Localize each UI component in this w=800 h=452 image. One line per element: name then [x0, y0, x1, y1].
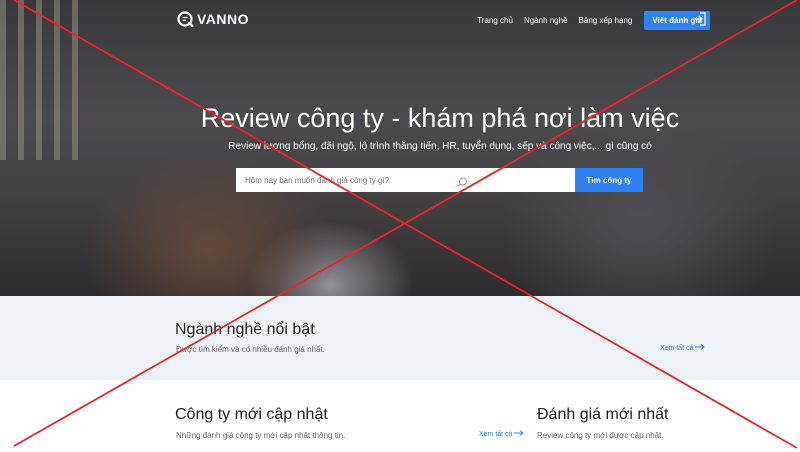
- industries-desc: Được tìm kiếm và có nhiều đánh giá nhất.: [176, 345, 325, 354]
- hero-title: Review công ty - khám phá nơi làm việc: [200, 103, 680, 133]
- login-icon[interactable]: [693, 12, 706, 31]
- search-icon: [457, 175, 468, 193]
- reviews-desc: Review công ty mới được cập nhật.: [537, 431, 664, 440]
- nav-link-industries[interactable]: Ngành nghề: [524, 16, 568, 25]
- industries-see-all-label: Xem tất cả: [660, 345, 694, 352]
- nav-link-home[interactable]: Trang chủ: [477, 16, 513, 25]
- brand-logo[interactable]: VANNO: [176, 10, 249, 28]
- latest-section: Công ty mới cập nhật Những đánh giá công…: [0, 380, 800, 452]
- top-navbar: VANNO Trang chủ Ngành nghề Bảng xếp hạng…: [0, 8, 800, 32]
- brand-name: VANNO: [197, 11, 250, 27]
- industries-see-all-link[interactable]: Xem tất cả: [660, 344, 706, 352]
- companies-see-all-link[interactable]: Xem tất cả: [479, 430, 525, 438]
- companies-heading: Công ty mới cập nhật: [175, 406, 328, 423]
- search-button[interactable]: Tìm công ty: [575, 168, 643, 192]
- arrow-right-icon: [514, 430, 525, 438]
- search-input-wrapper: [236, 168, 575, 192]
- hero-subtitle: Review lương bổng, đãi ngộ, lộ trình thă…: [228, 141, 652, 152]
- company-search: Tìm công ty: [236, 168, 643, 192]
- reviews-heading: Đánh giá mới nhất: [537, 406, 669, 423]
- nav-link-rankings[interactable]: Bảng xếp hạng: [579, 16, 633, 25]
- industries-heading: Ngành nghề nổi bật: [175, 321, 315, 338]
- nav-links: Trang chủ Ngành nghề Bảng xếp hạng Viết …: [466, 8, 710, 32]
- companies-desc: Những đánh giá công ty mới cập nhật thôn…: [176, 431, 346, 440]
- search-input[interactable]: [236, 168, 575, 192]
- companies-see-all-label: Xem tất cả: [479, 431, 513, 438]
- logo-icon: [176, 10, 194, 28]
- arrow-right-icon: [695, 344, 706, 352]
- featured-industries-section: Ngành nghề nổi bật Được tìm kiếm và có n…: [0, 296, 800, 380]
